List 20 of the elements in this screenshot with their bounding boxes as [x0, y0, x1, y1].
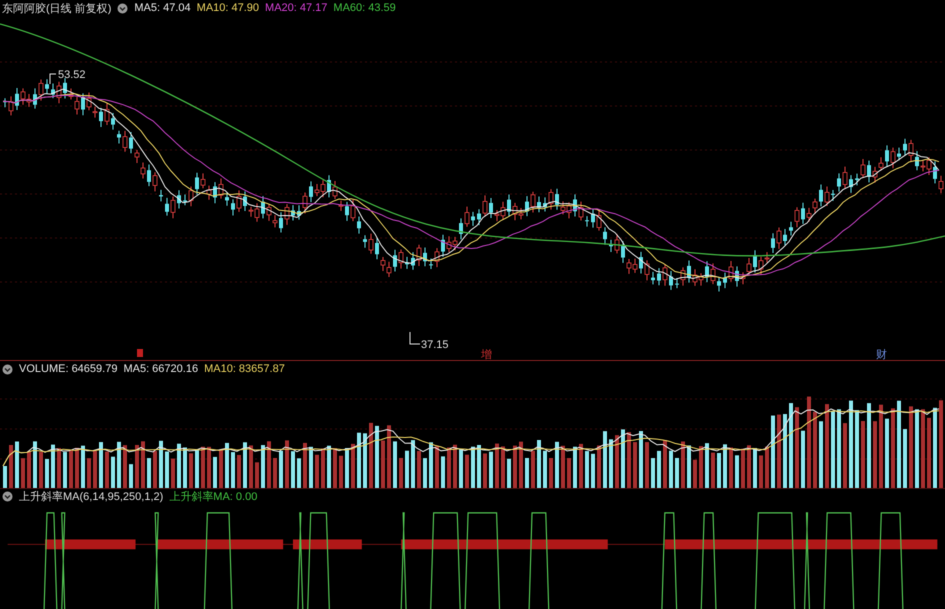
indicator-value: MA10: 83657.87 [204, 363, 285, 375]
event-marker-icon[interactable] [137, 349, 143, 357]
indicator-value: VOLUME: 64659.79 [19, 363, 118, 375]
event-marker[interactable]: 增 [481, 348, 492, 360]
indicator-value: MA20: 47.17 [265, 2, 328, 14]
dropdown-circle-icon[interactable] [2, 491, 13, 502]
leader-line [410, 332, 420, 344]
indicator-value: MA10: 47.90 [196, 2, 260, 14]
dropdown-circle-icon[interactable] [117, 2, 128, 14]
indicator-title: 上升斜率MA(6,14,95,250,1,2) [19, 490, 164, 504]
indicator-value: MA5: 47.04 [134, 2, 191, 14]
leader-line [50, 74, 56, 84]
indicator-value: MA60: 43.59 [333, 2, 396, 14]
stock-title: 东阿阿胶(日线 前复权) [2, 2, 112, 16]
event-marker[interactable]: 财 [876, 348, 887, 360]
indicator-value: 上升斜率MA: 0.00 [169, 490, 258, 504]
low-price-label: 37.15 [421, 339, 449, 351]
dropdown-circle-icon[interactable] [2, 364, 13, 374]
indicator-value: MA5: 66720.16 [123, 363, 198, 375]
high-price-label: 53.52 [58, 69, 86, 81]
